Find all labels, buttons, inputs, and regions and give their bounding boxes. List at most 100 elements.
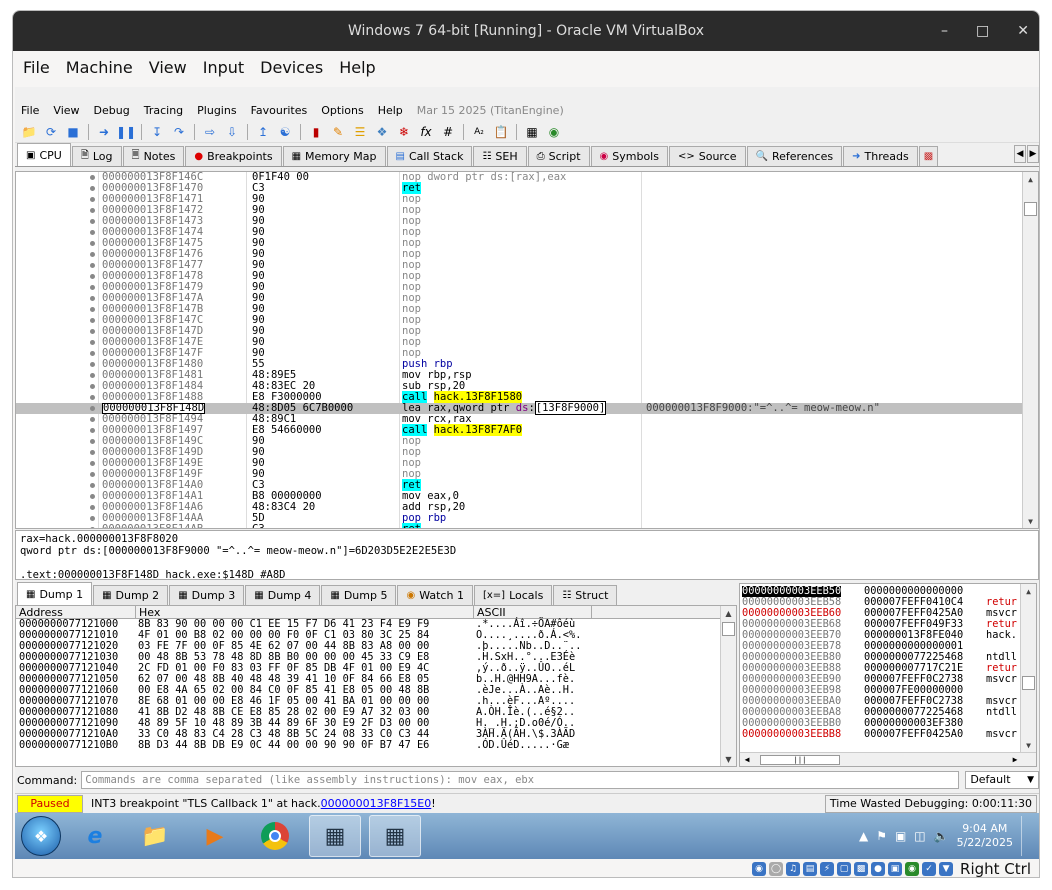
tab-dump-2[interactable]: ▦ Dump 2 xyxy=(93,585,169,605)
breakpoint-dot-icon[interactable] xyxy=(90,285,95,290)
breakpoint-dot-icon[interactable] xyxy=(90,450,95,455)
dbg-menu-tracing[interactable]: Tracing xyxy=(144,104,183,117)
open-icon[interactable]: 📁 xyxy=(19,123,39,141)
tab-scroll-left-icon[interactable]: ◀ xyxy=(1014,145,1026,163)
breakpoint-dot-icon[interactable] xyxy=(90,505,95,510)
font-icon[interactable]: A₂ xyxy=(469,123,489,141)
dump-col-ascii[interactable]: ASCII xyxy=(474,606,592,619)
taskbar-x64dbg-2[interactable]: ▦ xyxy=(369,815,421,857)
step-over-icon[interactable]: ↷ xyxy=(169,123,189,141)
breakpoint-dot-icon[interactable] xyxy=(90,252,95,257)
tab-threads[interactable]: ➜ Threads xyxy=(843,146,918,166)
stop-icon[interactable]: ■ xyxy=(63,123,83,141)
tab-dump-4[interactable]: ▦ Dump 4 xyxy=(245,585,321,605)
shared-folder-icon[interactable]: ▢ xyxy=(837,862,852,876)
disassembly-view[interactable]: 000000013F8F146C 0F1F40 00 nop dword ptr d… xyxy=(15,171,1039,529)
scroll-thumb[interactable] xyxy=(1024,202,1037,216)
minimize-icon[interactable]: – xyxy=(941,23,948,39)
clipboard-icon[interactable]: 📋 xyxy=(491,123,511,141)
run-to-user-code-icon[interactable]: ☯ xyxy=(275,123,295,141)
breakpoint-dot-icon[interactable] xyxy=(90,527,95,528)
patches-icon[interactable]: ✎ xyxy=(328,123,348,141)
dump-view[interactable]: Address Hex ASCII 0000000077121000 8B 83 … xyxy=(15,605,737,767)
devices-icon[interactable]: ▣ xyxy=(895,829,906,843)
dbg-menu-favourites[interactable]: Favourites xyxy=(251,104,308,117)
breakpoint-dot-icon[interactable] xyxy=(90,384,95,389)
scylla-icon[interactable]: ▮ xyxy=(306,123,326,141)
scroll-thumb[interactable] xyxy=(722,622,735,636)
breakpoint-dot-icon[interactable] xyxy=(90,307,95,312)
dump-scrollbar[interactable]: ▲ ▼ xyxy=(720,606,736,766)
command-input[interactable]: Commands are comma separated (like assem… xyxy=(81,771,960,789)
run-icon[interactable]: ➜ xyxy=(94,123,114,141)
dump-col-hex[interactable]: Hex xyxy=(136,606,474,619)
disasm-scrollbar[interactable]: ▲ ▼ xyxy=(1022,172,1038,528)
vbox-menu-input[interactable]: Input xyxy=(203,58,244,77)
scroll-right-icon[interactable]: ▶ xyxy=(1008,755,1022,764)
taskbar-internet-explorer[interactable]: e xyxy=(69,815,121,857)
dump-row[interactable]: 00000000771210B0 8B D3 44 8B DB E9 0C 44 … xyxy=(16,740,736,751)
stack-view[interactable]: 00000000003EEB50 0000000000000000 00000000… xyxy=(739,583,1037,767)
breakpoint-dot-icon[interactable] xyxy=(90,263,95,268)
close-icon[interactable]: ✕ xyxy=(1017,23,1029,39)
taskbar-x64dbg-1[interactable]: ▦ xyxy=(309,815,361,857)
start-button[interactable]: ❖ xyxy=(21,816,61,856)
tab-dump-5[interactable]: ▦ Dump 5 xyxy=(321,585,397,605)
breakpoint-dot-icon[interactable] xyxy=(90,230,95,235)
breakpoint-dot-icon[interactable] xyxy=(90,395,95,400)
breakpoint-dot-icon[interactable] xyxy=(90,329,95,334)
mouse-integration-icon[interactable]: ✓ xyxy=(922,862,937,876)
stack-scrollbar[interactable]: ▲ ▼ xyxy=(1020,584,1036,752)
tab-notes[interactable]: 🗏 Notes xyxy=(122,146,185,166)
breakpoint-dot-icon[interactable] xyxy=(90,494,95,499)
dbg-menu-debug[interactable]: Debug xyxy=(94,104,130,117)
show-desktop-button[interactable] xyxy=(1021,816,1031,856)
breakpoint-dot-icon[interactable] xyxy=(90,241,95,246)
tab-struct[interactable]: ☷ Struct xyxy=(553,585,618,605)
breakpoint-dot-icon[interactable] xyxy=(90,274,95,279)
tab-source[interactable]: <> Source xyxy=(668,146,746,166)
breakpoint-dot-icon[interactable] xyxy=(90,417,95,422)
clock[interactable]: 9:04 AM 5/22/2025 xyxy=(957,822,1013,850)
breakpoint-dot-icon[interactable] xyxy=(90,318,95,323)
breakpoint-dot-icon[interactable] xyxy=(90,373,95,378)
pause-icon[interactable]: ❚❚ xyxy=(116,123,136,141)
tab-dump-3[interactable]: ▦ Dump 3 xyxy=(169,585,245,605)
tray-expand-icon[interactable]: ▲ xyxy=(859,829,868,843)
scroll-up-icon[interactable]: ▲ xyxy=(1021,584,1036,598)
dump-col-address[interactable]: Address xyxy=(16,606,136,619)
scroll-left-icon[interactable]: ◀ xyxy=(740,755,754,764)
vbox-menu-devices[interactable]: Devices xyxy=(260,58,323,77)
tab-call-stack[interactable]: ▤ Call Stack xyxy=(386,146,473,166)
taskbar-chrome[interactable] xyxy=(249,815,301,857)
breakpoint-dot-icon[interactable] xyxy=(90,175,95,180)
tab-scroll-right-icon[interactable]: ▶ xyxy=(1027,145,1039,163)
breakpoint-dot-icon[interactable] xyxy=(90,197,95,202)
breakpoint-dot-icon[interactable] xyxy=(90,483,95,488)
tab-breakpoints[interactable]: ● Breakpoints xyxy=(185,146,282,166)
vbox-menu-machine[interactable]: Machine xyxy=(66,58,133,77)
vbox-menu-help[interactable]: Help xyxy=(339,58,375,77)
breakpoint-dot-icon[interactable] xyxy=(90,472,95,477)
breakpoint-dot-icon[interactable] xyxy=(90,362,95,367)
stack-hscrollbar[interactable]: ◀ ||| ▶ xyxy=(740,752,1036,766)
breakpoint-dot-icon[interactable] xyxy=(90,296,95,301)
scroll-up-icon[interactable]: ▲ xyxy=(1023,172,1038,186)
disasm-row[interactable]: 000000013F8F14AB C3 ret xyxy=(16,523,1038,528)
tab-references[interactable]: 🔍 References xyxy=(746,146,843,166)
optical-drive-icon[interactable]: ◯ xyxy=(769,862,784,876)
action-center-icon[interactable]: ⚑ xyxy=(876,829,887,843)
scroll-down-icon[interactable]: ▼ xyxy=(1021,738,1036,752)
execute-till-return-icon[interactable]: ↥ xyxy=(253,123,273,141)
tab-handles[interactable]: ▩ xyxy=(918,146,939,166)
hard-disk-icon[interactable]: ◉ xyxy=(752,862,767,876)
dbg-menu-plugins[interactable]: Plugins xyxy=(197,104,236,117)
breakpoint-dot-icon[interactable] xyxy=(90,186,95,191)
taskbar-explorer[interactable]: 📁 xyxy=(129,815,181,857)
labels-icon[interactable]: ❖ xyxy=(372,123,392,141)
breakpoint-dot-icon[interactable] xyxy=(90,351,95,356)
volume-icon[interactable]: 🔈 xyxy=(934,829,949,843)
display-icon[interactable]: ▩ xyxy=(854,862,869,876)
dbg-menu-file[interactable]: File xyxy=(21,104,39,117)
tab-script[interactable]: ⎙ Script xyxy=(527,146,590,166)
